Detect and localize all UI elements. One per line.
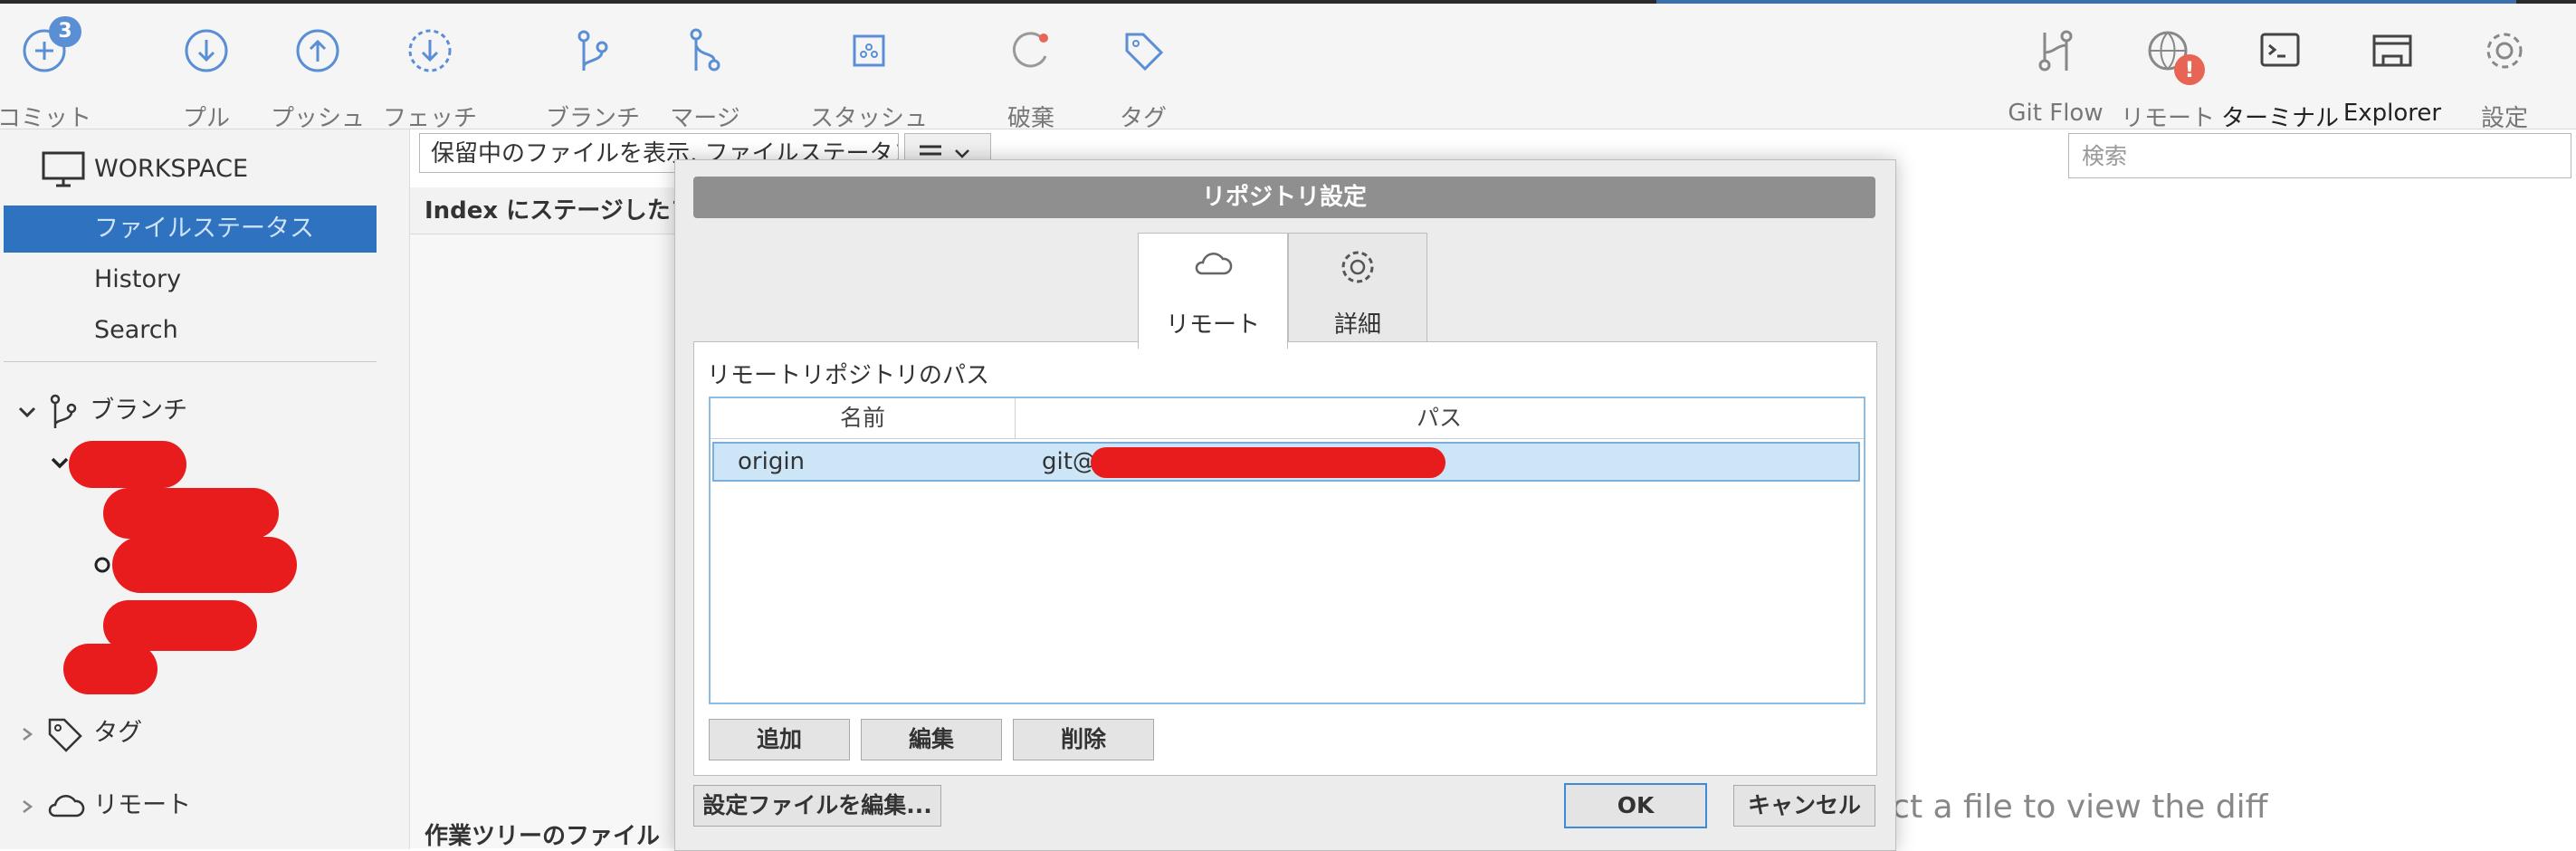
remotes-section[interactable]: リモート — [16, 785, 191, 823]
monitor-icon — [42, 151, 85, 187]
remote-label: リモート — [2120, 105, 2215, 132]
tab-remote[interactable]: リモート — [1138, 233, 1288, 349]
cloud-icon — [1195, 253, 1233, 275]
fetch-icon — [408, 29, 452, 72]
terminal-icon — [2260, 33, 2300, 67]
stash-button[interactable]: スタッシュ — [810, 22, 928, 132]
discard-button[interactable]: 破棄 — [972, 22, 1090, 132]
explorer-label: Explorer — [2342, 100, 2442, 127]
cancel-button[interactable]: キャンセル — [1733, 785, 1875, 827]
merge-button[interactable]: マージ — [646, 22, 764, 132]
merge-icon — [690, 28, 720, 72]
tab-advanced-label: 詳細 — [1333, 311, 1381, 339]
workspace-title: WORKSPACE — [94, 155, 249, 183]
dialog-title: リポジトリ設定 — [693, 177, 1875, 218]
remote-path-cell: git@ — [1042, 448, 1096, 475]
stash-label: スタッシュ — [810, 105, 929, 132]
redacted-branch-name — [63, 644, 157, 694]
commit-count-badge: 3 — [49, 16, 81, 47]
gitflow-label: Git Flow — [2008, 100, 2104, 127]
panel-title: リモートリポジトリのパス — [707, 362, 990, 389]
edit-config-file-button[interactable]: 設定ファイルを編集... — [693, 785, 941, 827]
fetch-button[interactable]: フェッチ — [371, 22, 489, 132]
folder-icon — [2372, 34, 2412, 67]
ok-button[interactable]: OK — [1564, 783, 1707, 828]
branch-icon — [50, 394, 76, 428]
index-header: Index にステージしたファイル — [410, 187, 682, 234]
gear-icon — [1341, 251, 1374, 283]
remote-panel: リモートリポジトリのパス 名前 パス origin git@ 追加 編集 削除 — [693, 341, 1877, 776]
chevron-right-icon — [23, 727, 33, 741]
delete-remote-button[interactable]: 削除 — [1013, 719, 1154, 760]
gear-icon — [2486, 33, 2523, 69]
pull-label: プル — [182, 105, 230, 132]
branch-button[interactable]: ブランチ — [534, 22, 652, 132]
gitflow-button[interactable]: Git Flow — [1997, 22, 2114, 127]
tab-advanced[interactable]: 詳細 — [1288, 233, 1427, 343]
push-icon — [296, 29, 339, 72]
tags-section[interactable]: タグ — [16, 712, 142, 752]
repository-settings-dialog: リポジトリ設定 リモート 詳細 リモートリポジトリのパス 名前 パス origi… — [674, 159, 1896, 851]
merge-label: マージ — [670, 105, 740, 132]
redacted-remote-url — [1091, 447, 1445, 478]
commit-label: コミット — [0, 105, 91, 132]
sidebar: WORKSPACE ファイルステータス History Search ブランチ … — [0, 129, 410, 849]
discard-icon — [1012, 32, 1048, 68]
sidebar-item-search[interactable]: Search — [4, 307, 377, 354]
diff-hint: ect a file to view the diff — [1872, 789, 2268, 826]
chevron-down-icon — [18, 406, 36, 417]
table-header: 名前 パス — [711, 398, 1864, 439]
tag-icon — [1125, 33, 1164, 72]
commit-button[interactable]: 3 コミット — [0, 16, 103, 132]
worktree-header: 作業ツリーのファイル — [425, 823, 661, 850]
sidebar-item-file-status[interactable]: ファイルステータス — [4, 206, 377, 253]
redacted-branch-name — [69, 441, 186, 488]
remote-button[interactable]: ! リモート — [2109, 22, 2227, 132]
redacted-branch-name — [112, 537, 297, 593]
push-label: プッシュ — [270, 105, 365, 132]
chevron-right-icon — [23, 799, 33, 813]
gitflow-icon — [2038, 30, 2073, 72]
discard-label: 破棄 — [1007, 105, 1054, 132]
tag-label: タグ — [1119, 105, 1167, 132]
terminal-label: ターミナル — [2221, 105, 2340, 132]
add-remote-button[interactable]: 追加 — [709, 719, 850, 760]
remotes-table: 名前 パス origin git@ — [709, 397, 1865, 704]
terminal-button[interactable]: ターミナル — [2221, 22, 2339, 132]
redacted-branch-name — [103, 488, 279, 539]
pull-icon — [185, 29, 228, 72]
remote-name-cell: origin — [738, 448, 806, 475]
chevron-down-icon — [51, 457, 69, 469]
branch-label: ブランチ — [545, 105, 640, 132]
edit-remote-button[interactable]: 編集 — [861, 719, 1002, 760]
current-branch-icon — [94, 557, 110, 573]
explorer-button[interactable]: Explorer — [2333, 22, 2451, 127]
table-row[interactable]: origin git@ — [712, 442, 1860, 482]
tag-icon — [48, 718, 82, 752]
settings-label: 設定 — [2480, 105, 2528, 132]
branches-label: ブランチ — [90, 397, 188, 425]
index-pane: Index にステージしたファイル — [410, 187, 682, 848]
tab-remote-label: リモート — [1165, 311, 1260, 339]
branch-icon — [577, 30, 608, 71]
sidebar-item-history[interactable]: History — [4, 256, 377, 303]
fetch-label: フェッチ — [382, 105, 477, 132]
branches-section[interactable]: ブランチ — [16, 390, 187, 432]
column-path-header[interactable]: パス — [1015, 398, 1864, 438]
stash-icon — [853, 34, 885, 67]
remote-warning-badge: ! — [2174, 54, 2205, 85]
pull-button[interactable]: プル — [148, 22, 265, 132]
tags-label: タグ — [93, 719, 143, 747]
settings-button[interactable]: 設定 — [2446, 22, 2563, 132]
search-placeholder: 検索 — [2082, 143, 2128, 169]
tag-button[interactable]: タグ — [1084, 22, 1202, 132]
search-input[interactable]: 検索 — [2068, 133, 2571, 178]
cloud-icon — [48, 794, 84, 817]
column-name-header[interactable]: 名前 — [711, 398, 1016, 438]
toolbar: 3 コミット プル プッシュ フェッチ ブランチ マージ スタッシュ 破棄 タグ… — [0, 4, 2576, 132]
sidebar-divider — [4, 361, 377, 362]
push-button[interactable]: プッシュ — [259, 22, 377, 132]
remotes-label: リモート — [93, 791, 192, 819]
